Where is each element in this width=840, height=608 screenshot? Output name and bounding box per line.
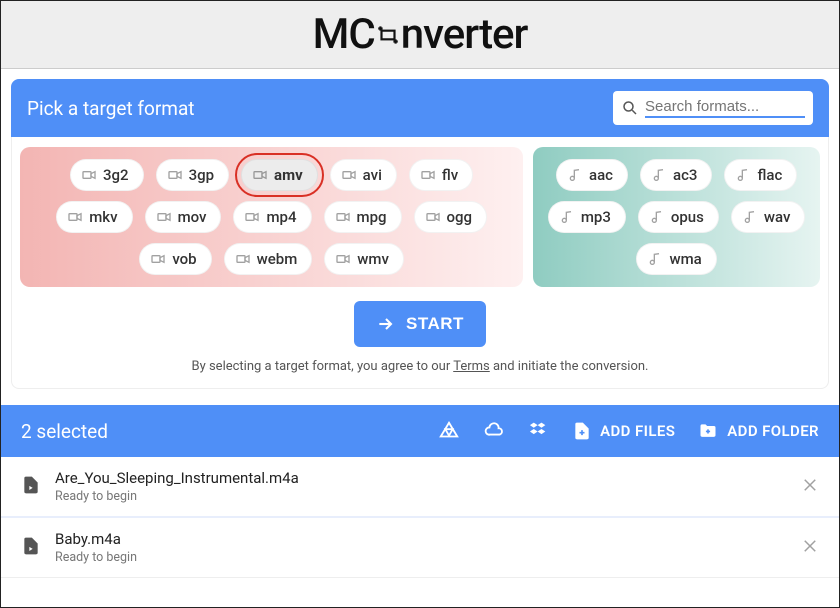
format-chip-3gp[interactable]: 3gp bbox=[156, 159, 229, 191]
search-icon bbox=[621, 99, 639, 117]
chip-label: mp4 bbox=[266, 208, 296, 226]
format-chip-amv[interactable]: amv bbox=[241, 159, 318, 191]
arrow-right-icon bbox=[376, 314, 396, 334]
add-folder-icon bbox=[697, 421, 719, 441]
file-status: Ready to begin bbox=[55, 550, 787, 565]
audio-formats-panel: aac ac3 flac mp3 opus wav wma bbox=[533, 147, 820, 287]
format-chip-wma[interactable]: wma bbox=[636, 243, 716, 275]
add-file-icon bbox=[572, 421, 592, 441]
format-chip-flv[interactable]: flv bbox=[409, 159, 473, 191]
disclaimer-text: By selecting a target format, you agree … bbox=[20, 359, 820, 374]
chip-label: flac bbox=[757, 166, 782, 184]
chip-label: mpg bbox=[357, 208, 387, 226]
format-chip-ac3[interactable]: ac3 bbox=[640, 159, 712, 191]
chip-label: mov bbox=[178, 208, 207, 226]
file-row: Baby.m4a Ready to begin bbox=[1, 518, 839, 578]
chip-label: opus bbox=[671, 208, 704, 226]
add-folder-button[interactable]: ADD FOLDER bbox=[697, 421, 819, 441]
format-picker: 3g2 3gp amv avi flv mkv mov mp4 mpg ogg vob webm wmv… bbox=[11, 137, 829, 389]
format-chip-mp3[interactable]: mp3 bbox=[548, 201, 626, 233]
remove-file-button[interactable] bbox=[801, 476, 819, 498]
audio-file-icon bbox=[21, 536, 41, 560]
app-header: MC nverter bbox=[1, 1, 839, 69]
brand-text-2: nverter bbox=[401, 10, 528, 59]
format-chip-vob[interactable]: vob bbox=[139, 243, 211, 275]
source-dropbox-icon[interactable] bbox=[528, 420, 550, 442]
chip-label: wmv bbox=[357, 250, 389, 268]
format-chip-3g2[interactable]: 3g2 bbox=[70, 159, 144, 191]
format-chip-mov[interactable]: mov bbox=[145, 201, 222, 233]
files-toolbar: 2 selected ADD FILES ADD FOLDER bbox=[1, 405, 839, 457]
brand-text-1: MC bbox=[313, 10, 375, 59]
chip-label: 3gp bbox=[189, 166, 214, 184]
chip-label: amv bbox=[274, 166, 303, 184]
chip-label: mp3 bbox=[581, 208, 611, 226]
format-chip-avi[interactable]: avi bbox=[330, 159, 397, 191]
chip-label: ogg bbox=[447, 208, 473, 226]
file-list: Are_You_Sleeping_Instrumental.m4a Ready t… bbox=[1, 457, 839, 578]
audio-file-icon bbox=[21, 475, 41, 499]
start-button[interactable]: START bbox=[354, 301, 486, 347]
chip-label: flv bbox=[442, 166, 458, 184]
file-name: Baby.m4a bbox=[55, 530, 787, 548]
video-formats-panel: 3g2 3gp amv avi flv mkv mov mp4 mpg ogg vob webm wmv bbox=[20, 147, 523, 287]
chip-label: avi bbox=[363, 166, 382, 184]
format-chip-ogg[interactable]: ogg bbox=[414, 201, 488, 233]
chip-label: wav bbox=[764, 208, 791, 226]
source-onedrive-icon[interactable] bbox=[482, 420, 506, 442]
chip-label: ac3 bbox=[673, 166, 697, 184]
file-name: Are_You_Sleeping_Instrumental.m4a bbox=[55, 469, 787, 487]
format-chip-opus[interactable]: opus bbox=[638, 201, 719, 233]
search-input[interactable] bbox=[645, 98, 805, 118]
format-chip-wmv[interactable]: wmv bbox=[324, 243, 404, 275]
format-chip-flac[interactable]: flac bbox=[724, 159, 797, 191]
format-chip-aac[interactable]: aac bbox=[556, 159, 628, 191]
format-chip-mpg[interactable]: mpg bbox=[324, 201, 402, 233]
selected-count: 2 selected bbox=[21, 420, 416, 443]
chip-label: aac bbox=[589, 166, 613, 184]
source-gdrive-icon[interactable] bbox=[438, 420, 460, 442]
format-chip-webm[interactable]: webm bbox=[224, 243, 313, 275]
chip-label: wma bbox=[669, 250, 701, 268]
picker-header: Pick a target format bbox=[11, 79, 829, 137]
format-chip-mkv[interactable]: mkv bbox=[56, 201, 132, 233]
chip-label: 3g2 bbox=[103, 166, 129, 184]
format-chip-mp4[interactable]: mp4 bbox=[233, 201, 311, 233]
start-label: START bbox=[406, 314, 464, 334]
terms-link[interactable]: Terms bbox=[453, 359, 490, 374]
brand-logo: MC nverter bbox=[313, 10, 528, 59]
search-formats[interactable] bbox=[613, 91, 813, 125]
remove-file-button[interactable] bbox=[801, 537, 819, 559]
convert-icon bbox=[373, 22, 403, 48]
chip-label: mkv bbox=[89, 208, 117, 226]
file-status: Ready to begin bbox=[55, 489, 787, 504]
picker-title: Pick a target format bbox=[27, 97, 613, 120]
chip-label: webm bbox=[257, 250, 298, 268]
format-chip-wav[interactable]: wav bbox=[731, 201, 806, 233]
chip-label: vob bbox=[172, 250, 196, 268]
file-row: Are_You_Sleeping_Instrumental.m4a Ready t… bbox=[1, 457, 839, 518]
add-files-button[interactable]: ADD FILES bbox=[572, 421, 675, 441]
